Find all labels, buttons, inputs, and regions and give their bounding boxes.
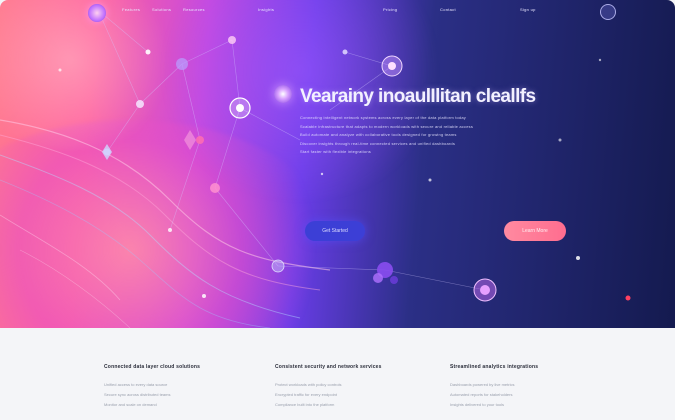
nav-link[interactable]: Resources bbox=[183, 7, 205, 12]
feature-text: Encrypted traffic for every endpoint bbox=[275, 392, 337, 397]
feature-text: Monitor and scale on demand bbox=[104, 402, 157, 407]
nav-link[interactable]: Features bbox=[122, 7, 140, 12]
feature-text: Dashboards powered by live metrics bbox=[450, 382, 515, 387]
wave-line bbox=[0, 214, 121, 301]
wave-line bbox=[0, 179, 271, 328]
nav-link[interactable]: Pricing bbox=[383, 7, 397, 12]
feature-text: Protect workloads with policy controls bbox=[275, 382, 342, 387]
get-started-button[interactable]: Get Started bbox=[305, 221, 365, 241]
nav-link[interactable]: Sign up bbox=[520, 7, 536, 12]
nav-link[interactable]: Solutions bbox=[152, 7, 171, 12]
feature-text: Automated reports for stakeholders bbox=[450, 392, 513, 397]
feature-column: Streamlined analytics integrations Dashb… bbox=[450, 364, 590, 410]
wave-line bbox=[0, 119, 331, 271]
feature-title: Streamlined analytics integrations bbox=[450, 364, 539, 370]
headline-orb-icon bbox=[274, 85, 292, 103]
feature-title: Connected data layer cloud solutions bbox=[104, 364, 201, 370]
feature-text: Compliance built into the platform bbox=[275, 402, 335, 407]
hero-headline: Vearainy inoaulIlitan cleallfs bbox=[300, 86, 536, 107]
hero-paragraph-line: Connecting intelligent network systems a… bbox=[300, 115, 466, 120]
network-nodes bbox=[58, 36, 631, 302]
feature-column: Consistent security and network services… bbox=[275, 364, 415, 410]
top-nav: Features Solutions Resources Insights Pr… bbox=[0, 4, 675, 22]
feature-text: Insights delivered to your tools bbox=[450, 402, 505, 407]
hero-section: Features Solutions Resources Insights Pr… bbox=[0, 0, 675, 328]
wave-line bbox=[0, 154, 301, 319]
logo-icon[interactable] bbox=[88, 4, 106, 22]
page: Features Solutions Resources Insights Pr… bbox=[0, 0, 675, 420]
feature-text: Secure sync across distributed teams bbox=[104, 392, 171, 397]
learn-more-button[interactable]: Learn More bbox=[504, 221, 566, 241]
nav-link[interactable]: Contact bbox=[440, 7, 456, 12]
feature-title: Consistent security and network services bbox=[275, 364, 382, 370]
feature-text: Unified access to every data source bbox=[104, 382, 168, 387]
hero-paragraph-line: Scalable infrastructure that adapts to m… bbox=[300, 123, 474, 129]
hero-paragraph-line: Discover insights through real-time conn… bbox=[300, 140, 456, 146]
diamond-shape bbox=[184, 130, 196, 150]
account-icon[interactable] bbox=[600, 4, 616, 20]
hero-paragraph: Connecting intelligent network systems a… bbox=[300, 114, 575, 157]
features-section: Connected data layer cloud solutions Uni… bbox=[0, 328, 675, 420]
network-illustration bbox=[0, 9, 631, 328]
nav-link[interactable]: Insights bbox=[258, 7, 274, 12]
hero-paragraph-line: Start faster with flexible integrations bbox=[300, 149, 371, 155]
feature-column: Connected data layer cloud solutions Uni… bbox=[104, 364, 244, 410]
hero-paragraph-line: Build automate and analyze with collabor… bbox=[300, 132, 457, 138]
